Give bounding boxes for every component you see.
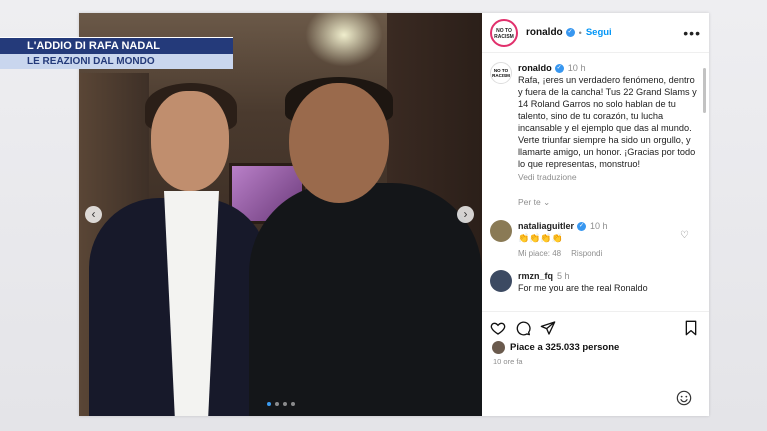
comment-likes[interactable]: Mi piace: 48 bbox=[518, 249, 561, 258]
verified-badge-icon: ✓ bbox=[554, 64, 564, 74]
share-icon[interactable] bbox=[540, 320, 556, 336]
caption-time: 10 h bbox=[567, 63, 586, 73]
bookmark-icon[interactable] bbox=[683, 320, 699, 336]
comment-item: rmzn_fq 5 h For me you are the real Ronal… bbox=[482, 258, 709, 294]
profile-avatar[interactable]: NO TO RACISM bbox=[490, 18, 518, 47]
post-timestamp: 10 ore fa bbox=[493, 357, 523, 366]
caption-avatar[interactable]: NO TO RACISM bbox=[490, 62, 512, 84]
verified-badge-icon: ✓ bbox=[565, 28, 575, 37]
caption-text: Rafa, ¡eres un verdadero fenómeno, dentr… bbox=[518, 75, 697, 169]
more-icon[interactable]: ••• bbox=[683, 25, 701, 41]
post-sidebar: NO TO RACISM ronaldo ✓ • Segui ••• NO TO… bbox=[482, 13, 709, 416]
comment-username[interactable]: rmzn_fq bbox=[518, 271, 553, 281]
instagram-post: ‹ › NO TO RACISM ronaldo ✓ • Segui ••• N… bbox=[79, 13, 709, 416]
carousel-dots bbox=[267, 402, 295, 406]
comment-like-heart-icon[interactable]: ♡ bbox=[680, 230, 689, 241]
comment-time: 10 h bbox=[590, 221, 608, 231]
likes-summary[interactable]: Piace a 325.033 persone bbox=[492, 341, 619, 354]
for-you-label: Per te bbox=[518, 197, 541, 207]
divider bbox=[482, 311, 709, 312]
comment-text: 👏👏👏👏 bbox=[518, 233, 563, 243]
photo-person-left-head bbox=[151, 91, 229, 191]
carousel-prev-button[interactable]: ‹ bbox=[85, 206, 102, 223]
post-header: NO TO RACISM ronaldo ✓ • Segui ••• bbox=[482, 13, 709, 53]
action-bar bbox=[490, 319, 699, 337]
carousel-dot bbox=[283, 402, 287, 406]
carousel-next-button[interactable]: › bbox=[457, 206, 474, 223]
emoji-icon[interactable] bbox=[676, 390, 692, 406]
liker-avatar bbox=[492, 341, 505, 354]
carousel-dot bbox=[275, 402, 279, 406]
separator-dot: • bbox=[578, 27, 582, 38]
scrollbar[interactable] bbox=[703, 68, 706, 113]
chevron-down-icon: ⌄ bbox=[543, 197, 551, 207]
caption: NO TO RACISM ronaldo ✓ 10 h Rafa, ¡eres un… bbox=[482, 54, 709, 183]
translate-link[interactable]: Vedi traduzione bbox=[518, 171, 698, 183]
post-photo: ‹ › bbox=[79, 13, 482, 416]
follow-button[interactable]: Segui bbox=[586, 27, 612, 38]
reply-link[interactable]: Rispondi bbox=[571, 249, 602, 258]
comment-avatar[interactable] bbox=[490, 220, 512, 242]
comments-scroll-area[interactable]: NO TO RACISM ronaldo ✓ 10 h Rafa, ¡eres un… bbox=[482, 54, 709, 311]
comment-icon[interactable] bbox=[515, 320, 531, 336]
verified-badge-icon: ✓ bbox=[577, 222, 587, 232]
comment-item: nataliaguitler ✓ 10 h 👏👏👏👏 Mi piace: 48 Ris… bbox=[482, 208, 709, 258]
comment-avatar[interactable] bbox=[490, 270, 512, 292]
photo-person-right-body bbox=[249, 183, 482, 416]
heart-icon[interactable] bbox=[490, 320, 506, 336]
caption-username[interactable]: ronaldo bbox=[518, 63, 552, 73]
comment-username[interactable]: nataliaguitler bbox=[518, 221, 574, 231]
ticker-subheadline: LE REAZIONI DAL MONDO bbox=[0, 54, 233, 69]
comment-text: For me you are the real Ronaldo bbox=[518, 283, 648, 293]
ticker-headline: L'ADDIO DI RAFA NADAL bbox=[0, 37, 233, 54]
carousel-dot bbox=[267, 402, 271, 406]
likes-count: Piace a 325.033 persone bbox=[510, 342, 620, 353]
news-ticker: L'ADDIO DI RAFA NADAL LE REAZIONI DAL MO… bbox=[0, 37, 233, 69]
carousel-dot bbox=[291, 402, 295, 406]
photo-person-right-head bbox=[289, 83, 389, 203]
for-you-dropdown[interactable]: Per te ⌄ bbox=[482, 183, 709, 208]
username[interactable]: ronaldo bbox=[526, 27, 563, 38]
comment-time: 5 h bbox=[557, 271, 570, 281]
